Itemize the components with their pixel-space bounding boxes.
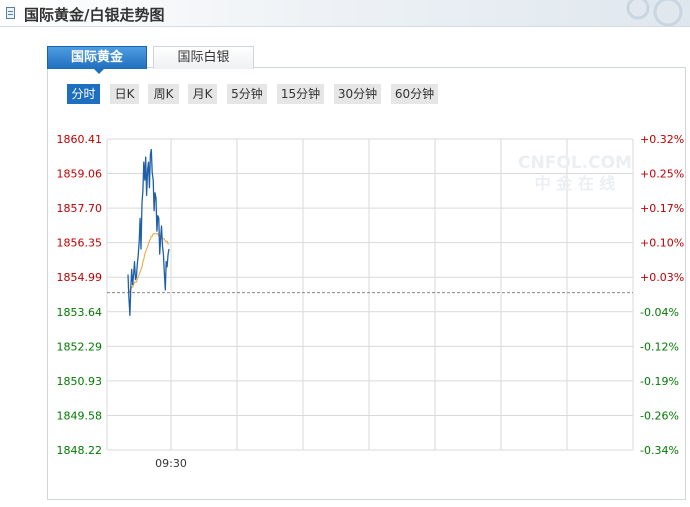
y-tick-label-right: -0.04% <box>640 306 679 319</box>
y-tick-label-right: +0.25% <box>640 168 684 181</box>
price-chart: 1860.41 +0.32% 1859.06 +0.25% 1857.70 +0.17% 1… <box>57 133 685 470</box>
watermark-subtext: 中 金 在 线 <box>535 174 616 193</box>
y-tick-label-left: 1859.06 <box>57 168 103 181</box>
y-tick-label-left: 1853.64 <box>57 306 103 319</box>
y-tick-label-right: -0.12% <box>640 340 679 353</box>
y-tick-label-left: 1860.41 <box>57 133 103 146</box>
price-line <box>127 148 170 316</box>
x-tick-label: 09:30 <box>155 457 187 470</box>
y-tick-label-left: 1850.93 <box>57 375 103 388</box>
y-tick-label-right: +0.03% <box>640 271 684 284</box>
y-tick-label-left: 1854.99 <box>57 271 103 284</box>
y-tick-label-right: +0.10% <box>640 237 684 250</box>
y-tick-label-left: 1856.35 <box>57 237 103 250</box>
y-tick-label-right: +0.17% <box>640 202 684 215</box>
y-tick-label-right: -0.19% <box>640 375 679 388</box>
y-tick-label-left: 1848.22 <box>57 444 103 457</box>
y-tick-label-left: 1857.70 <box>57 202 103 215</box>
y-tick-label-right: -0.26% <box>640 409 679 422</box>
watermark-text: CNFOL.COM <box>518 153 632 173</box>
y-tick-label-right: +0.32% <box>640 133 684 146</box>
y-tick-label-right: -0.34% <box>640 444 679 457</box>
y-tick-label-left: 1849.58 <box>57 409 103 422</box>
y-tick-label-left: 1852.29 <box>57 340 103 353</box>
